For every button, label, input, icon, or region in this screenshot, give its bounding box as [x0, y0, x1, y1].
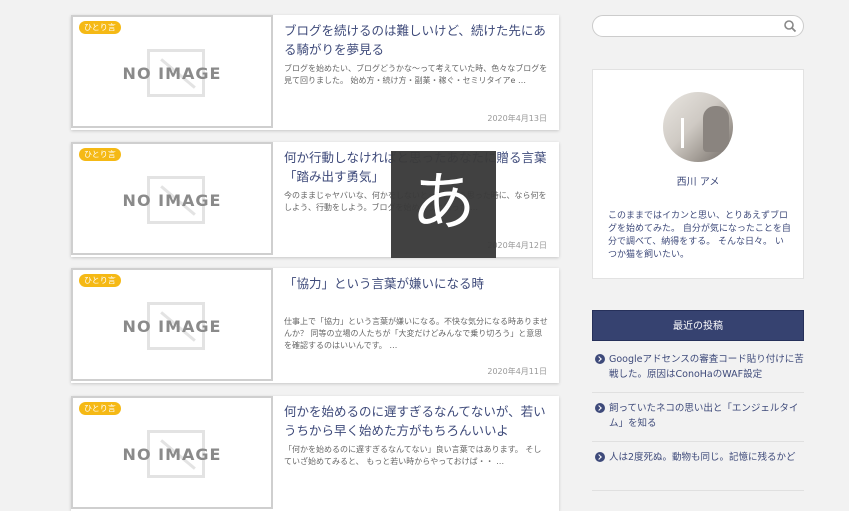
search-icon[interactable]: [783, 19, 797, 33]
category-badge[interactable]: ひとり言: [79, 21, 121, 34]
post-date: 2020年4月13日: [487, 114, 547, 123]
chevron-right-icon: [595, 452, 605, 462]
profile-description: このままではイカンと思い、とりあえずブログを始めてみた。 自分が気になったことを…: [608, 211, 791, 260]
no-image-label: NO IMAGE: [122, 64, 222, 83]
avatar-cat-shape: [703, 106, 729, 152]
category-badge[interactable]: ひとり言: [79, 148, 121, 161]
post-title[interactable]: 何かを始めるのに遅すぎるなんてないが、若いうちから早く始めた方がもちろんいいよ: [284, 402, 549, 440]
post-date: 2020年4月12日: [487, 241, 547, 250]
chevron-right-icon: [595, 403, 605, 413]
post-excerpt: 「何かを始めるのに遅すぎるなんてない」良い言葉ではあります。 そしていざ始めてみ…: [284, 445, 542, 466]
post-excerpt: 仕事上で「協力」という言葉が嫌いになる。不快な気分になる時ありませんか？ 同等の…: [284, 317, 548, 350]
post-excerpt: ブログを始めたい、ブログどうかな～って考えていた時、色々なブログを見て回りました…: [284, 64, 548, 85]
no-image-label: NO IMAGE: [122, 191, 222, 210]
post-thumbnail[interactable]: ひとり言 NO IMAGE: [71, 142, 273, 255]
ime-mode-indicator: あ: [391, 151, 496, 258]
chevron-right-icon: [595, 354, 605, 364]
profile-widget: 西川 アメ このままではイカンと思い、とりあえずブログを始めてみた。 自分が気に…: [592, 69, 804, 279]
profile-name: 西川 アメ: [676, 177, 720, 188]
category-badge[interactable]: ひとり言: [79, 402, 121, 415]
post-card[interactable]: ひとり言 NO IMAGE ブログを続けるのは難しいけど、続けた先にある騎がりを…: [71, 15, 559, 130]
recent-post-link[interactable]: 飼っていたネコの思い出と「エンジェルタイム」を知る: [592, 401, 804, 442]
post-title[interactable]: 「協力」という言葉が嫌いになる時: [284, 274, 549, 293]
recent-post-title[interactable]: Googleアドセンスの審査コード貼り付けに苦戦した。原因はConoHaのWAF…: [609, 354, 804, 380]
post-title[interactable]: ブログを続けるのは難しいけど、続けた先にある騎がりを夢見る: [284, 21, 549, 59]
recent-post-link[interactable]: Googleアドセンスの審査コード貼り付けに苦戦した。原因はConoHaのWAF…: [592, 352, 804, 393]
recent-posts-list: Googleアドセンスの審査コード貼り付けに苦戦した。原因はConoHaのWAF…: [592, 352, 804, 499]
category-badge[interactable]: ひとり言: [79, 274, 121, 287]
post-thumbnail[interactable]: ひとり言 NO IMAGE: [71, 268, 273, 381]
recent-post-title[interactable]: 人は2度死ぬ。動物も同じ。記憶に残るかど: [609, 452, 796, 463]
avatar: [663, 92, 733, 162]
search-input[interactable]: [592, 15, 804, 37]
post-date: 2020年4月11日: [487, 367, 547, 376]
post-thumbnail[interactable]: ひとり言 NO IMAGE: [71, 396, 273, 509]
recent-posts-heading: 最近の投稿: [592, 310, 804, 341]
recent-post-title[interactable]: 飼っていたネコの思い出と「エンジェルタイム」を知る: [609, 403, 798, 429]
no-image-label: NO IMAGE: [122, 445, 222, 464]
post-card[interactable]: ひとり言 NO IMAGE 何かを始めるのに遅すぎるなんてないが、若いうちから早…: [71, 396, 559, 511]
post-thumbnail[interactable]: ひとり言 NO IMAGE: [71, 15, 273, 128]
post-card[interactable]: ひとり言 NO IMAGE 「協力」という言葉が嫌いになる時 仕事上で「協力」と…: [71, 268, 559, 383]
no-image-label: NO IMAGE: [122, 317, 222, 336]
